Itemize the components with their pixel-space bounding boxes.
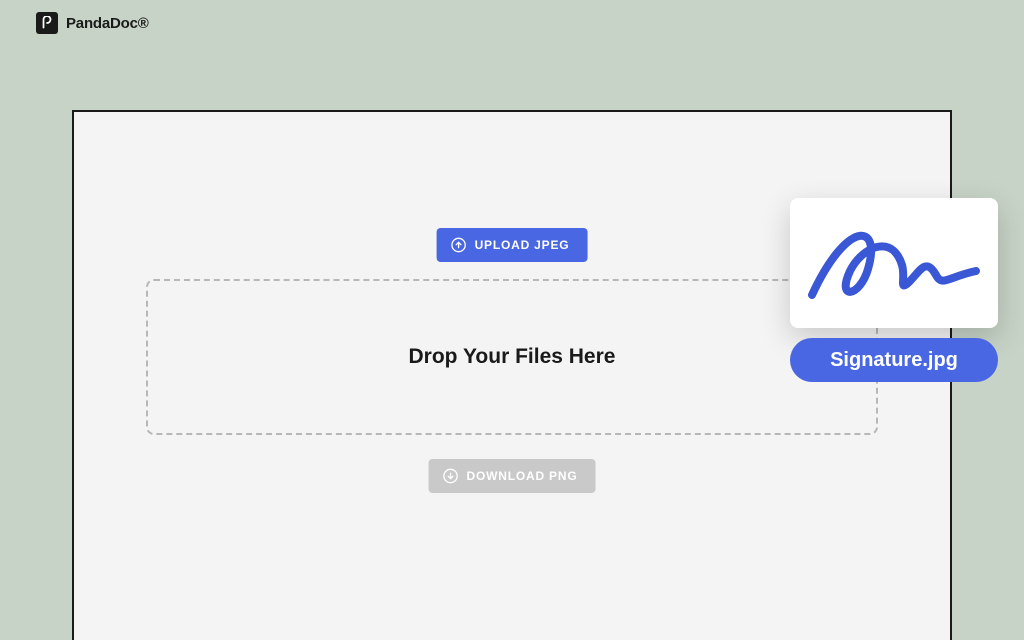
upload-icon — [451, 237, 467, 253]
signature-filename-pill: Signature.jpg — [790, 338, 998, 382]
upload-button-label: UPLOAD JPEG — [475, 238, 570, 252]
download-png-button: DOWNLOAD PNG — [429, 459, 596, 493]
upload-jpeg-button[interactable]: UPLOAD JPEG — [437, 228, 588, 262]
signature-scribble-icon — [806, 213, 982, 313]
brand-logo-mark — [36, 12, 58, 34]
dropzone-text: Drop Your Files Here — [409, 345, 616, 369]
download-icon — [443, 468, 459, 484]
signature-preview-card[interactable] — [790, 198, 998, 328]
file-dropzone[interactable]: Drop Your Files Here — [146, 279, 878, 435]
brand-logo: PandaDoc® — [36, 12, 149, 34]
download-button-label: DOWNLOAD PNG — [467, 469, 578, 483]
signature-filename: Signature.jpg — [830, 349, 958, 372]
brand-logo-text: PandaDoc® — [66, 15, 149, 32]
